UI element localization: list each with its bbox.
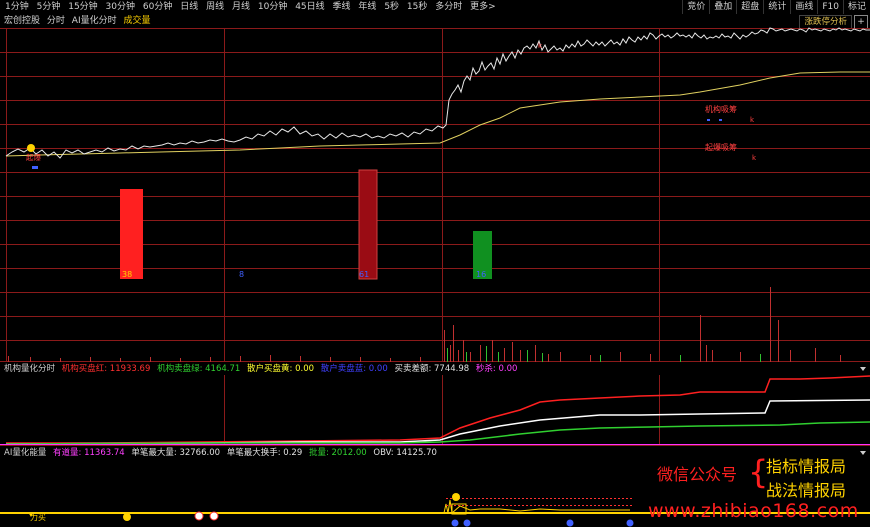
panel2-header: 机构量化分时 机构买盘红: 11933.69 机构卖盘绿: 4164.71 散户… — [4, 363, 521, 375]
watermark-label: 微信公众号 — [657, 465, 738, 484]
bar-label-4: 16 — [476, 270, 486, 279]
bar-label-1: 38 — [122, 270, 132, 279]
panel3-item-4: OBV: 14125.70 — [373, 448, 437, 458]
annotation-accumulate: 机构吸筹 — [705, 104, 737, 114]
price-line — [5, 27, 870, 159]
volume-bars — [444, 287, 841, 362]
signal-bar-red — [120, 189, 143, 279]
panel2-dropdown-icon[interactable] — [860, 367, 866, 371]
watermark-url: www.zhibiao168.com — [648, 500, 859, 522]
svg-text:k: k — [752, 154, 757, 162]
panel3-item-2: 单笔最大换手: 0.29 — [226, 448, 303, 458]
institution-buy-line — [6, 375, 870, 444]
average-price-line — [5, 71, 870, 157]
panel3-title: AI量化能量 — [4, 448, 47, 458]
panel3-header: AI量化能量 有道量: 11363.74 单笔最大量: 32766.00 单笔最… — [4, 447, 441, 459]
panel2-item-1: 机构卖盘绿: 4164.71 — [157, 364, 241, 374]
signal-bar-darkred — [358, 169, 378, 280]
panel2-item-2: 散户买盘黄: 0.00 — [247, 364, 315, 374]
panel3-item-0: 有道量: 11363.74 — [53, 448, 125, 458]
panel2-item-3: 散户卖盘蓝: 0.00 — [320, 364, 388, 374]
annotation-breakout: 起爆吸筹 — [705, 142, 737, 152]
panel2-item-4: 买卖差额: 7744.98 — [394, 364, 470, 374]
svg-text:k: k — [750, 116, 755, 124]
panel2-item-5: 秒杀: 0.00 — [475, 364, 518, 374]
bar-label-3: 61 — [359, 270, 369, 279]
panel2-item-0: 机构买盘红: 11933.69 — [61, 364, 151, 374]
panel2-title: 机构量化分时 — [4, 364, 56, 374]
watermark-tag2: 战法情报局 — [766, 481, 847, 500]
start-mark: 起爆 — [26, 152, 41, 162]
watermark-tag1: 指标情报局 — [766, 457, 847, 476]
panel3-item-1: 单笔最大量: 32766.00 — [131, 448, 221, 458]
start-point-icon — [27, 144, 35, 152]
bar-label-2: 8 — [239, 270, 244, 279]
panel3-dropdown-icon[interactable] — [860, 451, 866, 455]
panel3-item-3: 批量: 2012.00 — [308, 448, 367, 458]
